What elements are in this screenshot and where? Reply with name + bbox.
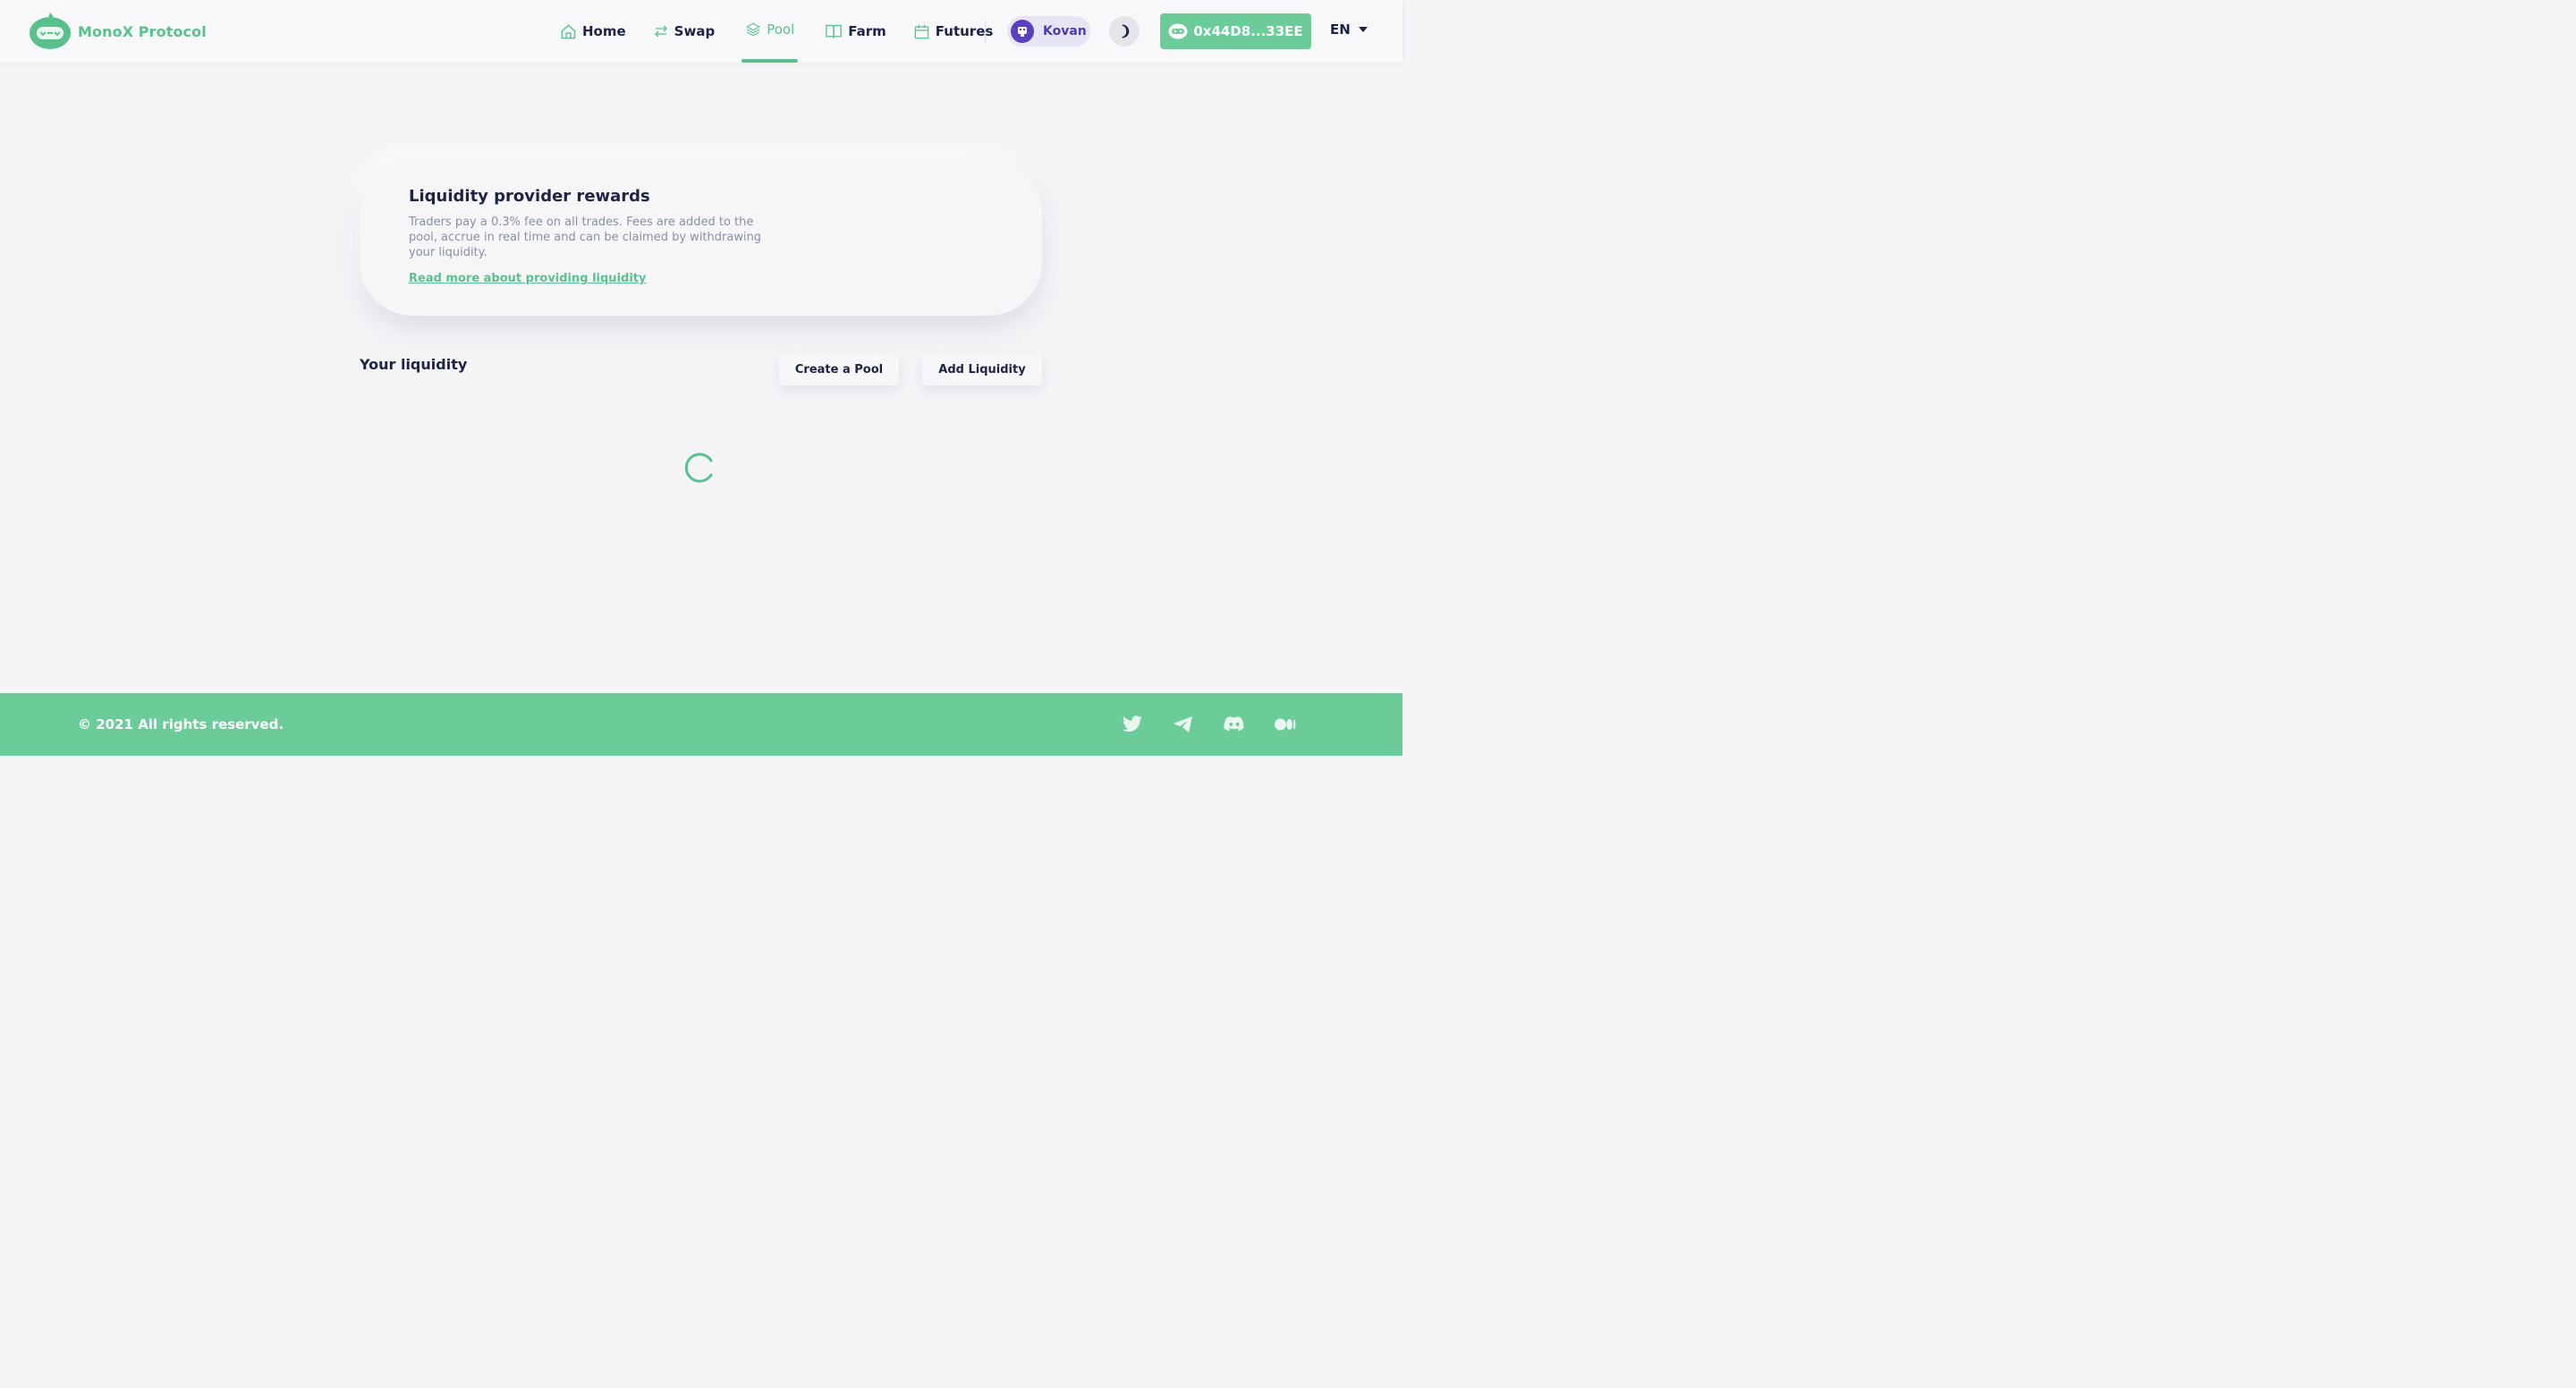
- book-icon: [826, 24, 843, 38]
- add-liquidity-button[interactable]: Add Liquidity: [922, 353, 1042, 385]
- chevron-down-icon: [1358, 27, 1368, 32]
- nav-home-label: Home: [582, 23, 626, 39]
- discord-icon[interactable]: [1224, 715, 1245, 734]
- theme-toggle-button[interactable]: [1109, 16, 1140, 47]
- top-navbar: MonoX Protocol Home Swap Pool Farm Futur…: [0, 0, 1402, 63]
- your-liquidity-heading: Your liquidity: [360, 356, 468, 373]
- nav-pool[interactable]: Pool: [741, 0, 799, 63]
- swap-icon: [654, 25, 667, 38]
- info-title: Liquidity provider rewards: [409, 187, 650, 206]
- language-label: EN: [1330, 21, 1351, 38]
- nav-pool-label: Pool: [767, 21, 795, 38]
- copyright-text: © 2021 All rights reserved.: [78, 716, 284, 732]
- nav-divider: [985, 20, 986, 43]
- network-icon: [1011, 20, 1034, 43]
- nav-farm[interactable]: Farm: [825, 0, 886, 63]
- nav-swap[interactable]: Swap: [653, 0, 716, 63]
- main-nav: Home Swap Pool Farm Futures: [560, 0, 1020, 63]
- brand-logo[interactable]: MonoX Protocol: [29, 13, 207, 50]
- calendar-icon: [914, 24, 929, 38]
- nav-futures[interactable]: Futures: [913, 0, 993, 63]
- nav-swap-label: Swap: [674, 23, 716, 39]
- create-pool-button[interactable]: Create a Pool: [779, 353, 899, 385]
- monox-logo-icon: [29, 13, 72, 50]
- wallet-avatar-icon: [1168, 23, 1188, 39]
- moon-icon: [1122, 24, 1130, 38]
- language-selector[interactable]: EN: [1330, 21, 1368, 38]
- network-label: Kovan: [1043, 24, 1087, 38]
- info-description: Traders pay a 0.3% fee on all trades. Fe…: [409, 216, 762, 259]
- footer: © 2021 All rights reserved.: [0, 693, 1402, 756]
- layers-icon: [746, 22, 761, 37]
- home-icon: [561, 23, 576, 38]
- wallet-address: 0x44D8...33EE: [1193, 23, 1303, 39]
- network-selector[interactable]: Kovan: [1007, 16, 1090, 47]
- wallet-button[interactable]: 0x44D8...33EE: [1160, 13, 1311, 49]
- nav-home[interactable]: Home: [560, 0, 626, 63]
- nav-farm-label: Farm: [848, 23, 886, 39]
- social-links: [1122, 715, 1326, 734]
- medium-icon[interactable]: [1275, 715, 1296, 734]
- brand-name: MonoX Protocol: [78, 22, 207, 40]
- telegram-icon[interactable]: [1173, 715, 1194, 734]
- loading-spinner: [684, 452, 716, 484]
- liquidity-rewards-card: Liquidity provider rewards Traders pay a…: [360, 159, 1042, 316]
- read-more-link[interactable]: Read more about providing liquidity: [409, 272, 646, 285]
- twitter-icon[interactable]: [1122, 715, 1143, 734]
